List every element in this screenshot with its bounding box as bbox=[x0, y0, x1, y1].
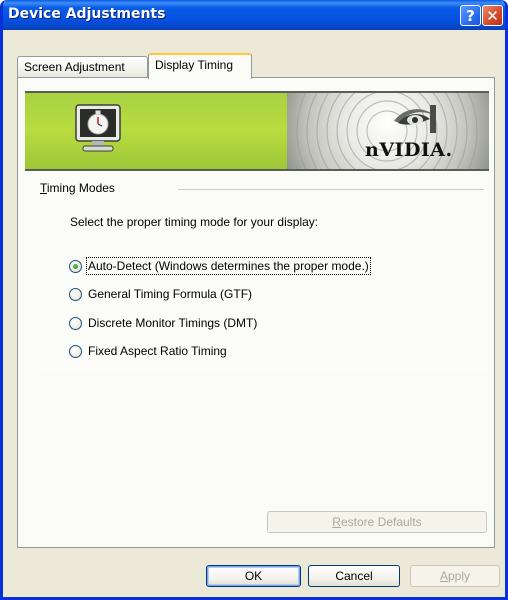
radio-auto-detect[interactable]: Auto-Detect (Windows determines the prop… bbox=[69, 257, 371, 275]
radio-label: Fixed Aspect Ratio Timing bbox=[88, 344, 227, 358]
monitor-stopwatch-icon bbox=[75, 104, 121, 152]
nvidia-logo: nVIDIA. bbox=[365, 99, 485, 165]
help-button[interactable]: ? bbox=[460, 5, 481, 26]
cancel-button[interactable]: Cancel bbox=[308, 565, 400, 587]
radio-label: Discrete Monitor Timings (DMT) bbox=[88, 316, 258, 330]
restore-defaults-button[interactable]: Restore Defaults bbox=[267, 511, 487, 533]
ok-label: OK bbox=[244, 569, 263, 583]
apply-label: pply bbox=[448, 569, 471, 583]
section-separator bbox=[40, 369, 486, 370]
radio-label: General Timing Formula (GTF) bbox=[88, 287, 253, 301]
help-icon: ? bbox=[466, 6, 475, 25]
banner: nVIDIA. bbox=[25, 91, 489, 171]
window-title: Device Adjustments bbox=[8, 6, 166, 22]
timing-modes-group-label: Timing Modes bbox=[40, 181, 119, 195]
close-icon: ✕ bbox=[486, 6, 499, 25]
nvidia-wordmark: nVIDIA. bbox=[365, 139, 453, 161]
restore-label: estore Defaults bbox=[340, 515, 422, 529]
tab-label: Screen Adjustment bbox=[24, 60, 125, 74]
tab-label: Display Timing bbox=[155, 58, 234, 72]
group-divider bbox=[178, 189, 484, 190]
apply-button[interactable]: Apply bbox=[410, 565, 500, 587]
radio-label: Auto-Detect (Windows determines the prop… bbox=[86, 257, 371, 275]
radio-button[interactable] bbox=[69, 287, 82, 301]
tab-screen-adjustment[interactable]: Screen Adjustment bbox=[17, 56, 148, 78]
apply-access-key: A bbox=[439, 569, 448, 583]
tab-display-timing[interactable]: Display Timing bbox=[148, 53, 252, 79]
radio-button-checked[interactable] bbox=[69, 259, 82, 273]
group-label-access-key: T bbox=[40, 181, 47, 195]
title-bar[interactable]: Device Adjustments ? ✕ bbox=[3, 0, 505, 30]
dialog-window: Device Adjustments ? ✕ Screen Adjustment… bbox=[0, 0, 508, 600]
radio-fixed-aspect[interactable]: Fixed Aspect Ratio Timing bbox=[69, 342, 228, 360]
group-label-text: iming Modes bbox=[46, 181, 115, 195]
radio-dmt[interactable]: Discrete Monitor Timings (DMT) bbox=[69, 314, 258, 332]
radio-gtf[interactable]: General Timing Formula (GTF) bbox=[69, 285, 253, 303]
banner-green-section bbox=[25, 93, 293, 169]
cancel-label: Cancel bbox=[335, 569, 373, 583]
restore-access-key: R bbox=[332, 515, 341, 529]
radio-button[interactable] bbox=[69, 344, 82, 358]
radio-button[interactable] bbox=[69, 316, 82, 330]
timing-instruction: Select the proper timing mode for your d… bbox=[70, 215, 319, 229]
close-button[interactable]: ✕ bbox=[482, 5, 503, 26]
nvidia-eye-icon bbox=[394, 105, 436, 133]
ok-button[interactable]: OK bbox=[206, 565, 301, 587]
tab-panel: nVIDIA. Timing Modes Select the proper t… bbox=[17, 77, 495, 548]
